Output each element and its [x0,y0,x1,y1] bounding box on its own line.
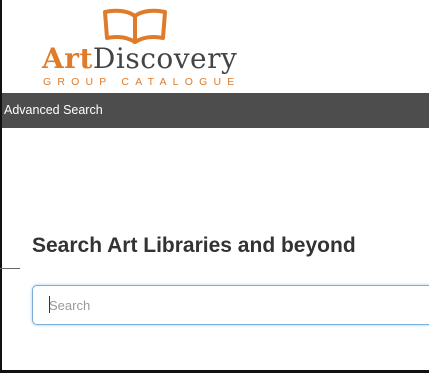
main-content: Search Art Libraries and beyond [2,128,429,370]
brand-name-discovery: Discovery [92,42,238,75]
text-caret [49,296,50,313]
left-divider-line [0,268,20,269]
page-headline: Search Art Libraries and beyond [32,234,356,257]
brand-tagline: GROUP CATALOGUE [43,76,241,88]
brand-name-art: Art [42,42,93,75]
nav-bar: Advanced Search [2,93,429,128]
search-input[interactable] [32,285,429,325]
brand-logo[interactable]: ArtDiscovery [42,44,237,74]
site-header: ArtDiscovery GROUP CATALOGUE [2,0,429,93]
page-frame: ArtDiscovery GROUP CATALOGUE Advanced Se… [0,0,429,373]
nav-advanced-search[interactable]: Advanced Search [4,103,103,117]
open-book-icon [103,8,167,44]
